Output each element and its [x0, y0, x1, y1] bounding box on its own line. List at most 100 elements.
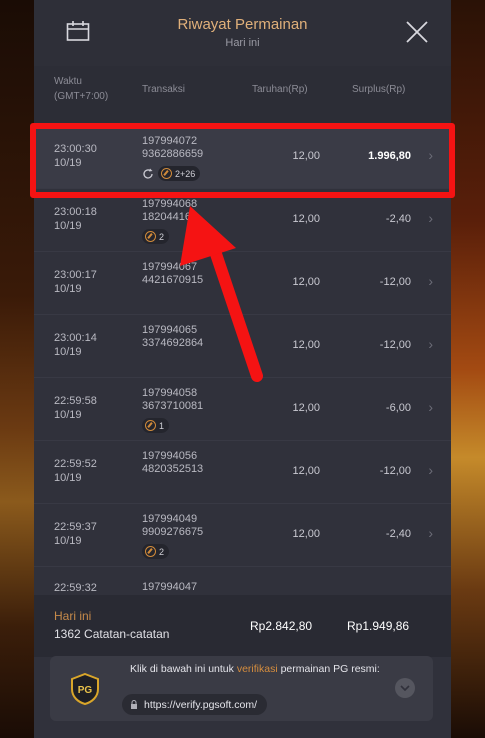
transaction-id-line2: 182044168 [142, 211, 198, 223]
history-row[interactable]: 22:59:37 10/19 197994049 9909276675 12,00 -2,… [34, 504, 451, 567]
transaction-id-line2: 9362886659 [142, 148, 204, 160]
pg-logo-text: PG [78, 685, 93, 696]
column-bet: Taruhan(Rp) [252, 84, 308, 95]
row-badges: 2+26 [142, 166, 201, 181]
row-bet: 12,00 [292, 213, 320, 225]
badge-count: 2 [159, 546, 165, 557]
history-row[interactable]: 23:00:14 10/19 197994065 3374692864 12,00 -12… [34, 315, 451, 378]
row-surplus: 1.996,80 [368, 150, 411, 162]
free-spin-badge: 2+26 [158, 166, 201, 181]
row-surplus: -12,00 [379, 339, 411, 351]
row-time: 22:59:58 10/19 [54, 395, 97, 421]
chevron-right-icon[interactable]: › [428, 399, 433, 415]
history-row[interactable]: 23:00:17 10/19 197994067 4421670915 12,00 -12… [34, 252, 451, 315]
row-surplus: -6,00 [385, 402, 411, 414]
chevron-down-icon [400, 685, 410, 691]
verify-text: Klik di bawah ini untuk verifikasi perma… [130, 663, 380, 675]
row-surplus: -2,40 [385, 213, 411, 225]
transaction-id-line2: 4820352513 [142, 463, 204, 475]
column-surplus: Surplus(Rp) [352, 84, 406, 95]
summary-bar: Hari ini 1362 Catatan-catatan Rp2.842,80… [34, 595, 451, 657]
history-row[interactable]: 22:59:58 10/19 197994058 3673710081 12,00 -6,… [34, 378, 451, 441]
row-transaction-id: 197994072 9362886659 [142, 135, 203, 161]
row-badges: 2 [142, 229, 170, 244]
transaction-id-line1: 197994072 [142, 135, 198, 147]
row-time: 22:59:52 10/19 [54, 458, 97, 484]
lock-icon [131, 700, 137, 709]
total-surplus: Rp1.949,86 [347, 619, 410, 633]
column-transaction: Transaksi [142, 84, 185, 95]
header: Riwayat Permainan Hari ini [34, 0, 451, 66]
pg-shield-logo: PG [71, 673, 99, 705]
row-transaction-id: 197994065 3374692864 [142, 324, 203, 350]
verify-url: https://verify.pgsoft.com/ [144, 698, 258, 711]
row-badges: 1 [142, 418, 170, 433]
badge-count: 1 [159, 420, 165, 431]
row-transaction-id: 197994047 [142, 581, 197, 594]
row-date: 10/19 [54, 283, 82, 295]
row-time: 22:59:37 10/19 [54, 521, 97, 547]
row-bet: 12,00 [292, 150, 320, 162]
transaction-id-line2: 3673710081 [142, 400, 204, 412]
row-surplus: -12,00 [379, 276, 411, 288]
bonus-icon [145, 420, 156, 431]
background-right [451, 0, 485, 738]
game-history-panel: Riwayat Permainan Hari ini Waktu (GMT+7:… [34, 0, 451, 738]
history-list: 23:00:30 10/19 197994072 9362886659 12,00 1.9… [34, 126, 451, 597]
column-time: Waktu (GMT+7:00) [54, 76, 109, 102]
transaction-id-line2: 4421670915 [142, 274, 204, 286]
history-row[interactable]: 22:59:52 10/19 197994056 4820352513 12,00 -12… [34, 441, 451, 504]
row-date: 10/19 [54, 157, 82, 169]
transaction-id-line1: 197994067 [142, 261, 198, 273]
row-time: 23:00:30 10/19 [54, 143, 97, 169]
page-title: Riwayat Permainan [177, 16, 308, 33]
close-icon[interactable] [405, 20, 429, 44]
row-bet: 12,00 [292, 276, 320, 288]
transaction-id-line2: 3374692864 [142, 337, 204, 349]
transaction-id-line1: 197994058 [142, 387, 198, 399]
row-bet: 12,00 [292, 339, 320, 351]
row-time: 23:00:18 10/19 [54, 206, 97, 232]
chevron-right-icon[interactable]: › [428, 525, 433, 541]
verify-link[interactable]: verifikasi [237, 663, 278, 675]
chevron-right-icon[interactable]: › [428, 210, 433, 226]
row-transaction-id: 197994067 4421670915 [142, 261, 203, 287]
row-badges: 2 [142, 544, 170, 559]
row-time: 22:59:32 [54, 582, 97, 594]
row-time: 23:00:14 10/19 [54, 332, 97, 358]
verify-banner: PG Klik di bawah ini untuk verifikasi pe… [50, 656, 433, 721]
expand-button[interactable] [395, 678, 415, 698]
date-filter-label: Hari ini [225, 37, 260, 49]
total-bet: Rp2.842,80 [250, 619, 313, 633]
row-date: 10/19 [54, 535, 82, 547]
column-headers: Waktu (GMT+7:00) Transaksi Taruhan(Rp) S… [34, 66, 451, 116]
row-transaction-id: 197994049 9909276675 [142, 513, 203, 539]
row-date: 10/19 [54, 409, 82, 421]
background-left [0, 0, 34, 738]
row-transaction-id: 197994058 3673710081 [142, 387, 203, 413]
row-date: 10/19 [54, 346, 82, 358]
chevron-right-icon[interactable]: › [428, 147, 433, 163]
history-row[interactable]: 22:59:32 197994047 [34, 567, 451, 597]
row-bet: 12,00 [292, 465, 320, 477]
chevron-right-icon[interactable]: › [428, 273, 433, 289]
history-row[interactable]: 23:00:18 10/19 197994068 182044168 12,00 -2,4… [34, 189, 451, 252]
row-date: 10/19 [54, 472, 82, 484]
badge-count: 2 [159, 231, 165, 242]
history-row[interactable]: 23:00:30 10/19 197994072 9362886659 12,00 1.9… [34, 126, 451, 189]
transaction-id-line1: 197994065 [142, 324, 198, 336]
transaction-id-line1: 197994049 [142, 513, 198, 525]
chevron-right-icon[interactable]: › [428, 336, 433, 352]
record-count: 1362 Catatan-catatan [54, 627, 170, 641]
row-transaction-id: 197994068 182044168 [142, 198, 197, 224]
row-bet: 12,00 [292, 402, 320, 414]
row-surplus: -12,00 [379, 465, 411, 477]
row-date: 10/19 [54, 220, 82, 232]
transaction-id-line1: 197994056 [142, 450, 198, 462]
bonus-icon [145, 546, 156, 557]
transaction-id-line1: 197994068 [142, 198, 198, 210]
row-time: 23:00:17 10/19 [54, 269, 97, 295]
summary-label: Hari ini [54, 609, 92, 623]
chevron-right-icon[interactable]: › [428, 462, 433, 478]
verify-url-button[interactable]: https://verify.pgsoft.com/ [122, 694, 268, 715]
